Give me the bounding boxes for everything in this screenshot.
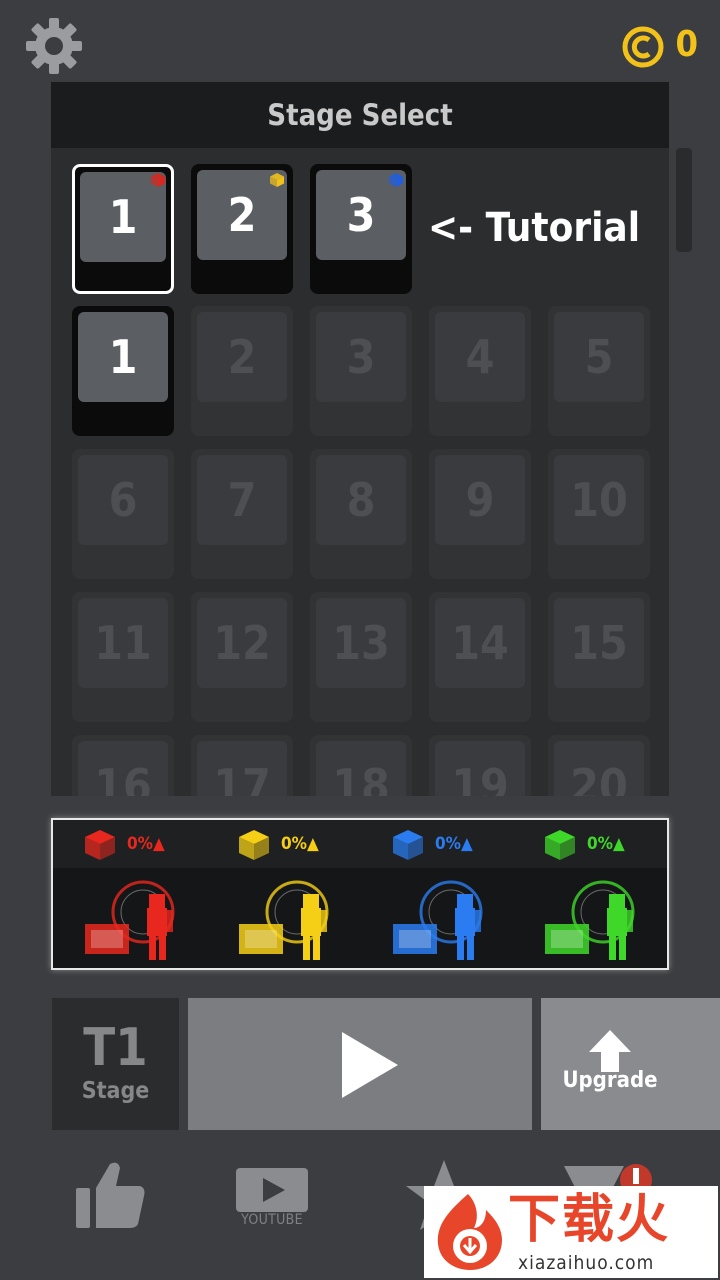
stage-tile-9[interactable]: 9 <box>429 449 531 579</box>
stage-number: 19 <box>435 741 525 796</box>
panel-title: Stage Select <box>51 82 669 148</box>
stage-tile-5[interactable]: 5 <box>548 306 650 436</box>
watermark-logo <box>437 1194 502 1270</box>
stage-tile-16[interactable]: 16 <box>72 735 174 796</box>
stage-tile-3[interactable]: 3 <box>310 306 412 436</box>
blue-element-percent: 0%▲ <box>435 834 473 854</box>
stage-number: 10 <box>554 455 644 545</box>
tutorial-label: <- Tutorial <box>428 205 641 251</box>
play-button[interactable] <box>188 998 532 1130</box>
cube-icon <box>270 173 284 187</box>
blue-cube-icon <box>393 830 423 860</box>
stage-number: 1 <box>78 312 168 402</box>
coin-icon <box>622 26 664 68</box>
stage-tile-14[interactable]: 14 <box>429 592 531 722</box>
stage-number: 8 <box>316 455 406 545</box>
stage-button[interactable]: T1 Stage <box>52 998 179 1130</box>
cube-icon <box>151 173 165 187</box>
stage-tile-4[interactable]: 4 <box>429 306 531 436</box>
coin-count: 0 <box>675 24 698 65</box>
stage-tile-15[interactable]: 15 <box>548 592 650 722</box>
stage-tile-8[interactable]: 8 <box>310 449 412 579</box>
green-element-percent: 0%▲ <box>587 834 625 854</box>
tutorial-stage-1[interactable]: 1 <box>72 164 174 294</box>
watermark-url: xiazaihuo.com <box>518 1252 655 1274</box>
blue-element-character-icon <box>393 880 483 960</box>
element-progress-bar: 0%▲ 0%▲ 0%▲ 0%▲ <box>51 818 669 970</box>
stage-number: 17 <box>197 741 287 796</box>
stage-number: 20 <box>554 741 644 796</box>
upgrade-label: Upgrade <box>562 1068 658 1093</box>
red-element-character-icon <box>85 880 175 960</box>
stage-tile-20[interactable]: 20 <box>548 735 650 796</box>
tutorial-stage-3[interactable]: 3 <box>310 164 412 294</box>
play-icon <box>342 1032 398 1098</box>
stage-tile-7[interactable]: 7 <box>191 449 293 579</box>
stage-number: 16 <box>78 741 168 796</box>
stage-number: 3 <box>316 312 406 402</box>
stage-number: 9 <box>435 455 525 545</box>
stage-number: 4 <box>435 312 525 402</box>
youtube-label: YOUTUBE <box>241 1212 303 1228</box>
green-cube-icon <box>545 830 575 860</box>
yellow-element-character-icon <box>239 880 329 960</box>
stage-tile-12[interactable]: 12 <box>191 592 293 722</box>
red-element-percent: 0%▲ <box>127 834 165 854</box>
stage-select-panel: Stage Select 1 2 3 1 2 3 4 5 6 7 8 9 10 11 12 13 14 15 16 1… <box>51 82 669 796</box>
stage-tile-18[interactable]: 18 <box>310 735 412 796</box>
gear-icon[interactable] <box>24 16 84 76</box>
tutorial-stage-2[interactable]: 2 <box>191 164 293 294</box>
green-element-character-icon <box>545 880 635 960</box>
scrollbar[interactable] <box>676 148 692 252</box>
stage-number: 6 <box>78 455 168 545</box>
stage-number: 2 <box>197 312 287 402</box>
stage-number: 7 <box>197 455 287 545</box>
stage-number: 5 <box>554 312 644 402</box>
thumbs-up-icon[interactable] <box>74 1160 148 1232</box>
youtube-icon[interactable] <box>236 1168 308 1212</box>
upgrade-button[interactable]: Upgrade <box>541 998 720 1130</box>
stage-tile-2[interactable]: 2 <box>191 306 293 436</box>
stage-code: T1 <box>83 1018 148 1078</box>
stage-tile-10[interactable]: 10 <box>548 449 650 579</box>
stage-number: 13 <box>316 598 406 688</box>
watermark-title: 下载火 <box>508 1190 671 1250</box>
stage-tile-1[interactable]: 1 <box>72 306 174 436</box>
yellow-cube-icon <box>239 830 269 860</box>
stage-label: Stage <box>81 1078 150 1104</box>
stage-number: 15 <box>554 598 644 688</box>
stage-number: 12 <box>197 598 287 688</box>
cube-icon <box>389 173 403 187</box>
stage-tile-6[interactable]: 6 <box>72 449 174 579</box>
yellow-element-percent: 0%▲ <box>281 834 319 854</box>
stage-tile-11[interactable]: 11 <box>72 592 174 722</box>
stage-number: 11 <box>78 598 168 688</box>
stage-tile-13[interactable]: 13 <box>310 592 412 722</box>
stage-tile-19[interactable]: 19 <box>429 735 531 796</box>
stage-number: 14 <box>435 598 525 688</box>
red-cube-icon <box>85 830 115 860</box>
stage-number: 18 <box>316 741 406 796</box>
stage-tile-17[interactable]: 17 <box>191 735 293 796</box>
